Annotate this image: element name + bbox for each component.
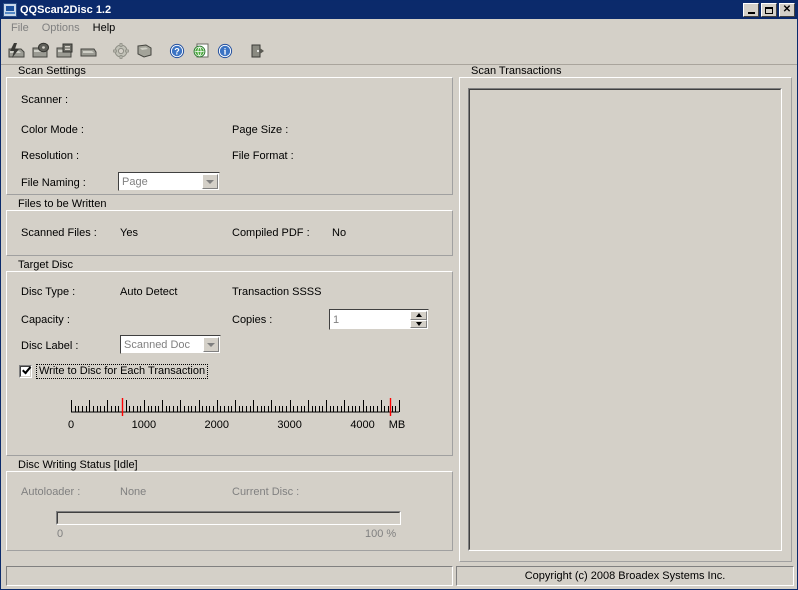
file-format-label: File Format : <box>232 150 294 162</box>
disc-label-label: Disc Label : <box>21 340 79 352</box>
settings-gear-icon[interactable] <box>109 40 132 62</box>
web-help-globe-icon[interactable] <box>189 40 212 62</box>
write-each-transaction-checkbox-row[interactable]: Write to Disc for Each Transaction <box>19 364 209 379</box>
svg-text:4000: 4000 <box>350 419 374 431</box>
svg-text:MB: MB <box>389 419 406 431</box>
menu-item-help[interactable]: Help <box>87 20 123 36</box>
target-disc-title: Target Disc <box>15 259 77 271</box>
toolbar-separator-1 <box>101 40 109 62</box>
svg-text:3000: 3000 <box>277 419 301 431</box>
copies-stepper[interactable]: 1 <box>329 309 429 330</box>
chevron-down-icon[interactable] <box>203 337 219 352</box>
progress-max-label: 100 % <box>365 528 397 540</box>
minimize-button[interactable] <box>743 3 759 17</box>
page-size-label: Page Size : <box>232 124 289 136</box>
compiled-pdf-value: No <box>332 227 347 239</box>
copies-label: Copies : <box>232 314 273 326</box>
target-disc-group: Target Disc Disc Type : Auto Detect Tran… <box>6 259 453 456</box>
file-naming-combo[interactable]: Page <box>118 172 220 191</box>
scanner-icon <box>3 3 17 17</box>
status-bar: Copyright (c) 2008 Broadex Systems Inc. <box>1 565 797 589</box>
scan-transactions-title: Scan Transactions <box>468 65 565 77</box>
spin-down-icon[interactable] <box>410 319 427 328</box>
close-button[interactable]: ✕ <box>779 3 795 17</box>
disc-writing-status-title: Disc Writing Status [Idle] <box>15 459 141 471</box>
disc-label-combo-value: Scanned Doc <box>124 338 191 351</box>
write-each-transaction-label: Write to Disc for Each Transaction <box>36 364 209 379</box>
status-left-panel <box>6 566 453 586</box>
application-window: QQScan2Disc 1.2 ✕ File Options Help ? i … <box>0 0 798 590</box>
scan-settings-group: Scan Settings Scanner : Color Mode : Pag… <box>6 65 453 195</box>
spin-up-icon[interactable] <box>410 311 427 320</box>
about-info-icon[interactable]: i <box>213 40 236 62</box>
help-question-icon[interactable]: ? <box>165 40 188 62</box>
scanner-label: Scanner : <box>21 94 69 106</box>
svg-text:?: ? <box>174 47 180 57</box>
chevron-down-icon[interactable] <box>202 174 218 189</box>
scan-transactions-group: Scan Transactions <box>459 65 792 562</box>
scan-settings-title: Scan Settings <box>15 65 89 77</box>
svg-text:0: 0 <box>68 419 74 431</box>
window-title: QQScan2Disc 1.2 <box>20 4 112 16</box>
disc-type-value: Auto Detect <box>120 286 178 298</box>
current-disc-label: Current Disc : <box>232 486 300 498</box>
menu-item-options[interactable]: Options <box>36 20 87 36</box>
disc-write-icon[interactable] <box>133 40 156 62</box>
files-to-be-written-title: Files to be Written <box>15 198 110 210</box>
file-naming-label: File Naming : <box>21 177 86 189</box>
copies-spin-buttons <box>410 311 427 328</box>
title-bar[interactable]: QQScan2Disc 1.2 ✕ <box>1 1 797 19</box>
toolbar-separator-3 <box>237 40 245 62</box>
resolution-label: Resolution : <box>21 150 80 162</box>
disc-icon[interactable] <box>77 40 100 62</box>
left-column: Scan Settings Scanner : Color Mode : Pag… <box>6 65 453 565</box>
transaction-label: Transaction SSSS <box>232 286 322 298</box>
toolbar-separator-2 <box>157 40 165 62</box>
scanned-files-label: Scanned Files : <box>21 227 97 239</box>
disc-write-progress-bar <box>56 511 401 525</box>
disc-type-label: Disc Type : <box>21 286 76 298</box>
window-controls: ✕ <box>743 3 795 17</box>
status-copyright: Copyright (c) 2008 Broadex Systems Inc. <box>456 566 794 586</box>
copies-value: 1 <box>333 313 340 326</box>
progress-min-label: 0 <box>57 528 64 540</box>
autoloader-label: Autoloader : <box>21 486 81 498</box>
menu-bar: File Options Help <box>1 19 797 37</box>
files-to-be-written-group: Files to be Written Scanned Files : Yes … <box>6 198 453 256</box>
disc-label-combo[interactable]: Scanned Doc <box>120 335 221 354</box>
scan-now-icon[interactable] <box>5 40 28 62</box>
scanned-files-value: Yes <box>120 227 138 239</box>
write-each-transaction-checkbox[interactable] <box>19 365 32 378</box>
scan-to-disc-icon[interactable] <box>29 40 52 62</box>
main-content: Scan Settings Scanner : Color Mode : Pag… <box>1 65 797 565</box>
capacity-label: Capacity : <box>21 314 70 326</box>
menu-item-file[interactable]: File <box>5 20 36 36</box>
scan-transactions-list[interactable] <box>468 88 782 551</box>
svg-text:2000: 2000 <box>205 419 229 431</box>
autoloader-value: None <box>120 486 147 498</box>
disc-writing-status-group: Disc Writing Status [Idle] Autoloader : … <box>6 459 453 551</box>
right-column: Scan Transactions <box>459 65 792 565</box>
file-naming-combo-value: Page <box>122 175 148 188</box>
toolbar: ? i <box>1 37 797 65</box>
compiled-pdf-label: Compiled PDF : <box>232 227 310 239</box>
scan-to-file-icon[interactable] <box>53 40 76 62</box>
maximize-button[interactable] <box>761 3 777 17</box>
exit-door-icon[interactable] <box>245 40 268 62</box>
svg-text:1000: 1000 <box>132 419 156 431</box>
color-mode-label: Color Mode : <box>21 124 84 136</box>
capacity-ruler: 0 1000 2000 3000 4000 MB <box>61 390 411 438</box>
